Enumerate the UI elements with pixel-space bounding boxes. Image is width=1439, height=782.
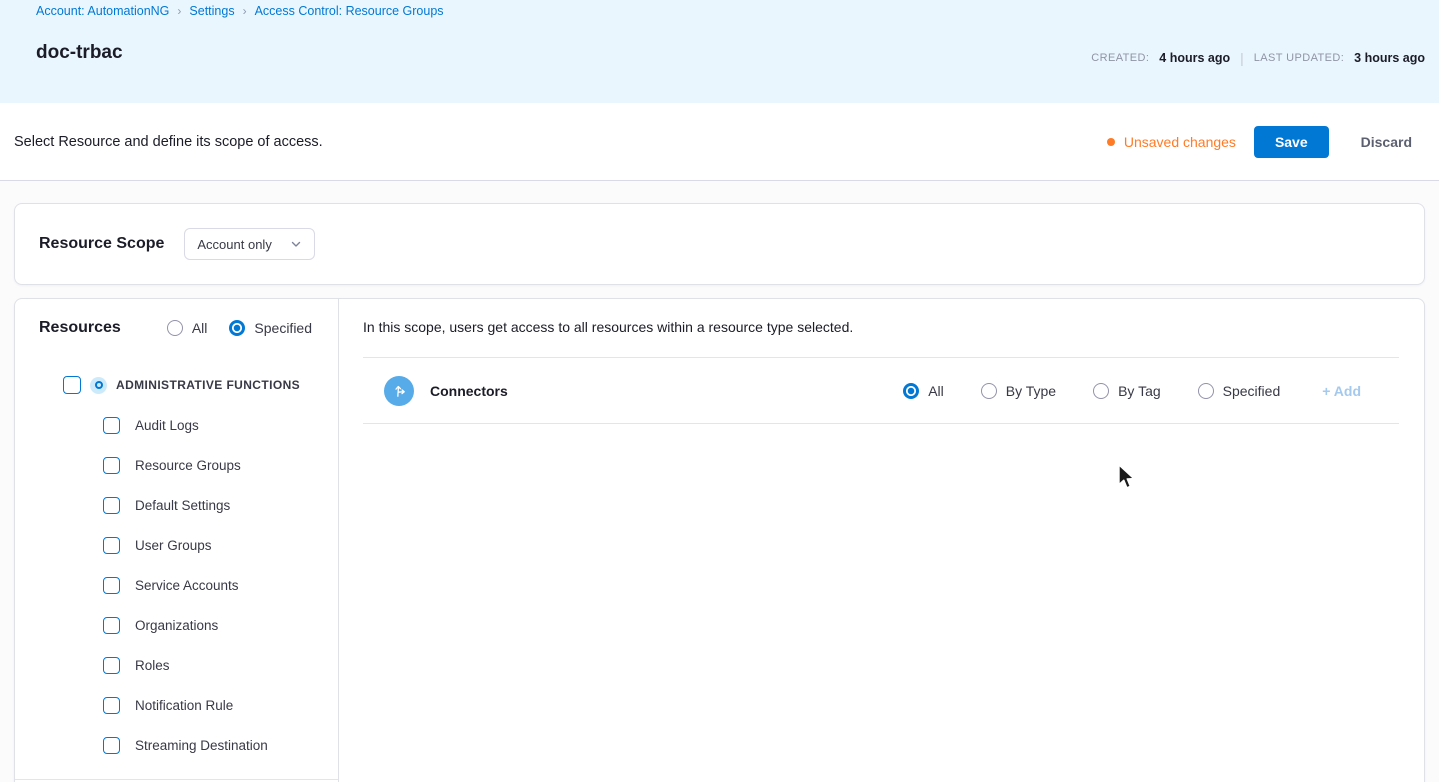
chevron-down-icon	[290, 238, 302, 250]
list-item-organizations[interactable]: Organizations	[15, 605, 338, 645]
resources-left-panel: Resources All Specified ADMINISTRATIVE F…	[15, 299, 339, 782]
list-item-service-accounts[interactable]: Service Accounts	[15, 565, 338, 605]
resources-mode-specified-radio[interactable]: Specified	[229, 320, 312, 336]
radio-label: All	[928, 382, 944, 399]
list-item-resource-groups[interactable]: Resource Groups	[15, 445, 338, 485]
breadcrumb-settings-link[interactable]: Settings	[189, 4, 234, 18]
connectors-access-radio-group: All By Type By Tag Specified	[903, 382, 1281, 399]
item-label: Resource Groups	[135, 457, 241, 473]
resource-scope-label: Resource Scope	[39, 235, 165, 252]
list-item-user-groups[interactable]: User Groups	[15, 525, 338, 565]
resources-mode-radio-group: All Specified	[166, 320, 312, 336]
unsaved-changes-label: Unsaved changes	[1123, 133, 1236, 150]
item-checkbox[interactable]	[103, 536, 120, 554]
unsaved-changes-status: Unsaved changes	[1106, 133, 1236, 150]
item-label: Roles	[135, 657, 170, 673]
created-label: CREATED:	[1091, 52, 1150, 64]
item-checkbox[interactable]	[103, 616, 120, 634]
page-title: doc-trbac	[36, 42, 123, 63]
resources-header: Resources All Specified	[15, 319, 338, 337]
action-toolbar: Select Resource and define its scope of …	[0, 103, 1439, 181]
connectors-by-tag-radio[interactable]: By Tag	[1093, 382, 1161, 399]
radio-icon	[1197, 382, 1214, 399]
group-administrative-functions[interactable]: ADMINISTRATIVE FUNCTIONS	[15, 371, 338, 399]
radio-label: Specified	[1222, 382, 1281, 399]
connectors-specified-radio[interactable]: Specified	[1197, 382, 1281, 399]
breadcrumb-separator: ›	[242, 4, 247, 18]
item-label: Default Settings	[135, 497, 231, 513]
resource-type-list: Audit Logs Resource Groups Default Setti…	[15, 405, 338, 765]
header-meta: CREATED: 4 hours ago | LAST UPDATED: 3 h…	[1091, 50, 1425, 66]
resource-scope-dropdown[interactable]: Account only	[184, 228, 316, 260]
breadcrumb: Account: AutomationNG › Settings › Acces…	[36, 4, 444, 18]
created-value: 4 hours ago	[1159, 51, 1231, 65]
item-checkbox[interactable]	[103, 736, 120, 754]
group-label: ADMINISTRATIVE FUNCTIONS	[116, 378, 301, 392]
page-header: Account: AutomationNG › Settings › Acces…	[0, 0, 1439, 103]
last-updated-value: 3 hours ago	[1354, 51, 1425, 65]
item-label: Audit Logs	[135, 417, 199, 433]
scope-detail-panel: In this scope, users get access to all r…	[339, 299, 1424, 782]
discard-button[interactable]: Discard	[1361, 134, 1412, 150]
item-checkbox[interactable]	[103, 576, 120, 594]
item-checkbox[interactable]	[103, 696, 120, 714]
resources-tree: ADMINISTRATIVE FUNCTIONS Audit Logs Reso…	[15, 371, 338, 780]
save-button[interactable]: Save	[1253, 125, 1329, 158]
item-checkbox[interactable]	[103, 496, 120, 514]
resource-row-connectors: Connectors All By Type By Tag Specified	[363, 357, 1399, 424]
item-label: Service Accounts	[135, 577, 239, 593]
item-checkbox[interactable]	[103, 416, 120, 434]
unsaved-dot-icon	[1106, 137, 1115, 146]
connectors-by-type-radio[interactable]: By Type	[980, 382, 1057, 399]
group-collapse-icon[interactable]	[90, 376, 107, 394]
breadcrumb-account-link[interactable]: Account: AutomationNG	[36, 4, 169, 18]
item-checkbox[interactable]	[103, 656, 120, 674]
item-label: User Groups	[135, 537, 212, 553]
radio-icon	[980, 382, 997, 399]
list-item-streaming-destination[interactable]: Streaming Destination	[15, 725, 338, 765]
toolbar-actions: Unsaved changes Save Discard	[1106, 125, 1412, 158]
radio-label: By Tag	[1118, 382, 1161, 399]
list-divider	[15, 779, 338, 780]
resources-body-card: Resources All Specified ADMINISTRATIVE F…	[14, 298, 1425, 782]
meta-divider: |	[1240, 50, 1244, 66]
item-label: Notification Rule	[135, 697, 234, 713]
radio-label: Specified	[254, 320, 312, 336]
scope-note: In this scope, users get access to all r…	[363, 319, 854, 335]
list-item-default-settings[interactable]: Default Settings	[15, 485, 338, 525]
resources-title: Resources	[39, 319, 121, 336]
resource-scope-card: Resource Scope Account only	[14, 203, 1425, 285]
resource-row-name: Connectors	[430, 382, 508, 399]
connector-icon	[384, 375, 414, 406]
group-checkbox[interactable]	[63, 376, 81, 394]
last-updated-label: LAST UPDATED:	[1253, 52, 1345, 64]
radio-label: All	[191, 320, 208, 336]
radio-icon	[166, 320, 183, 336]
breadcrumb-separator: ›	[177, 4, 182, 18]
radio-icon	[903, 382, 920, 399]
radio-icon	[1093, 382, 1110, 399]
item-label: Organizations	[135, 617, 219, 633]
list-item-roles[interactable]: Roles	[15, 645, 338, 685]
add-resources-link[interactable]: + Add	[1322, 383, 1361, 399]
radio-label: By Type	[1005, 382, 1057, 399]
breadcrumb-resource-groups-link[interactable]: Access Control: Resource Groups	[255, 4, 444, 18]
item-label: Streaming Destination	[135, 737, 268, 753]
resource-scope-selected-value: Account only	[197, 236, 272, 252]
resources-mode-all-radio[interactable]: All	[166, 320, 208, 336]
toolbar-description: Select Resource and define its scope of …	[14, 133, 323, 150]
connectors-all-radio[interactable]: All	[903, 382, 944, 399]
item-checkbox[interactable]	[103, 456, 120, 474]
list-item-audit-logs[interactable]: Audit Logs	[15, 405, 338, 445]
list-item-notification-rule[interactable]: Notification Rule	[15, 685, 338, 725]
radio-icon	[229, 320, 246, 336]
